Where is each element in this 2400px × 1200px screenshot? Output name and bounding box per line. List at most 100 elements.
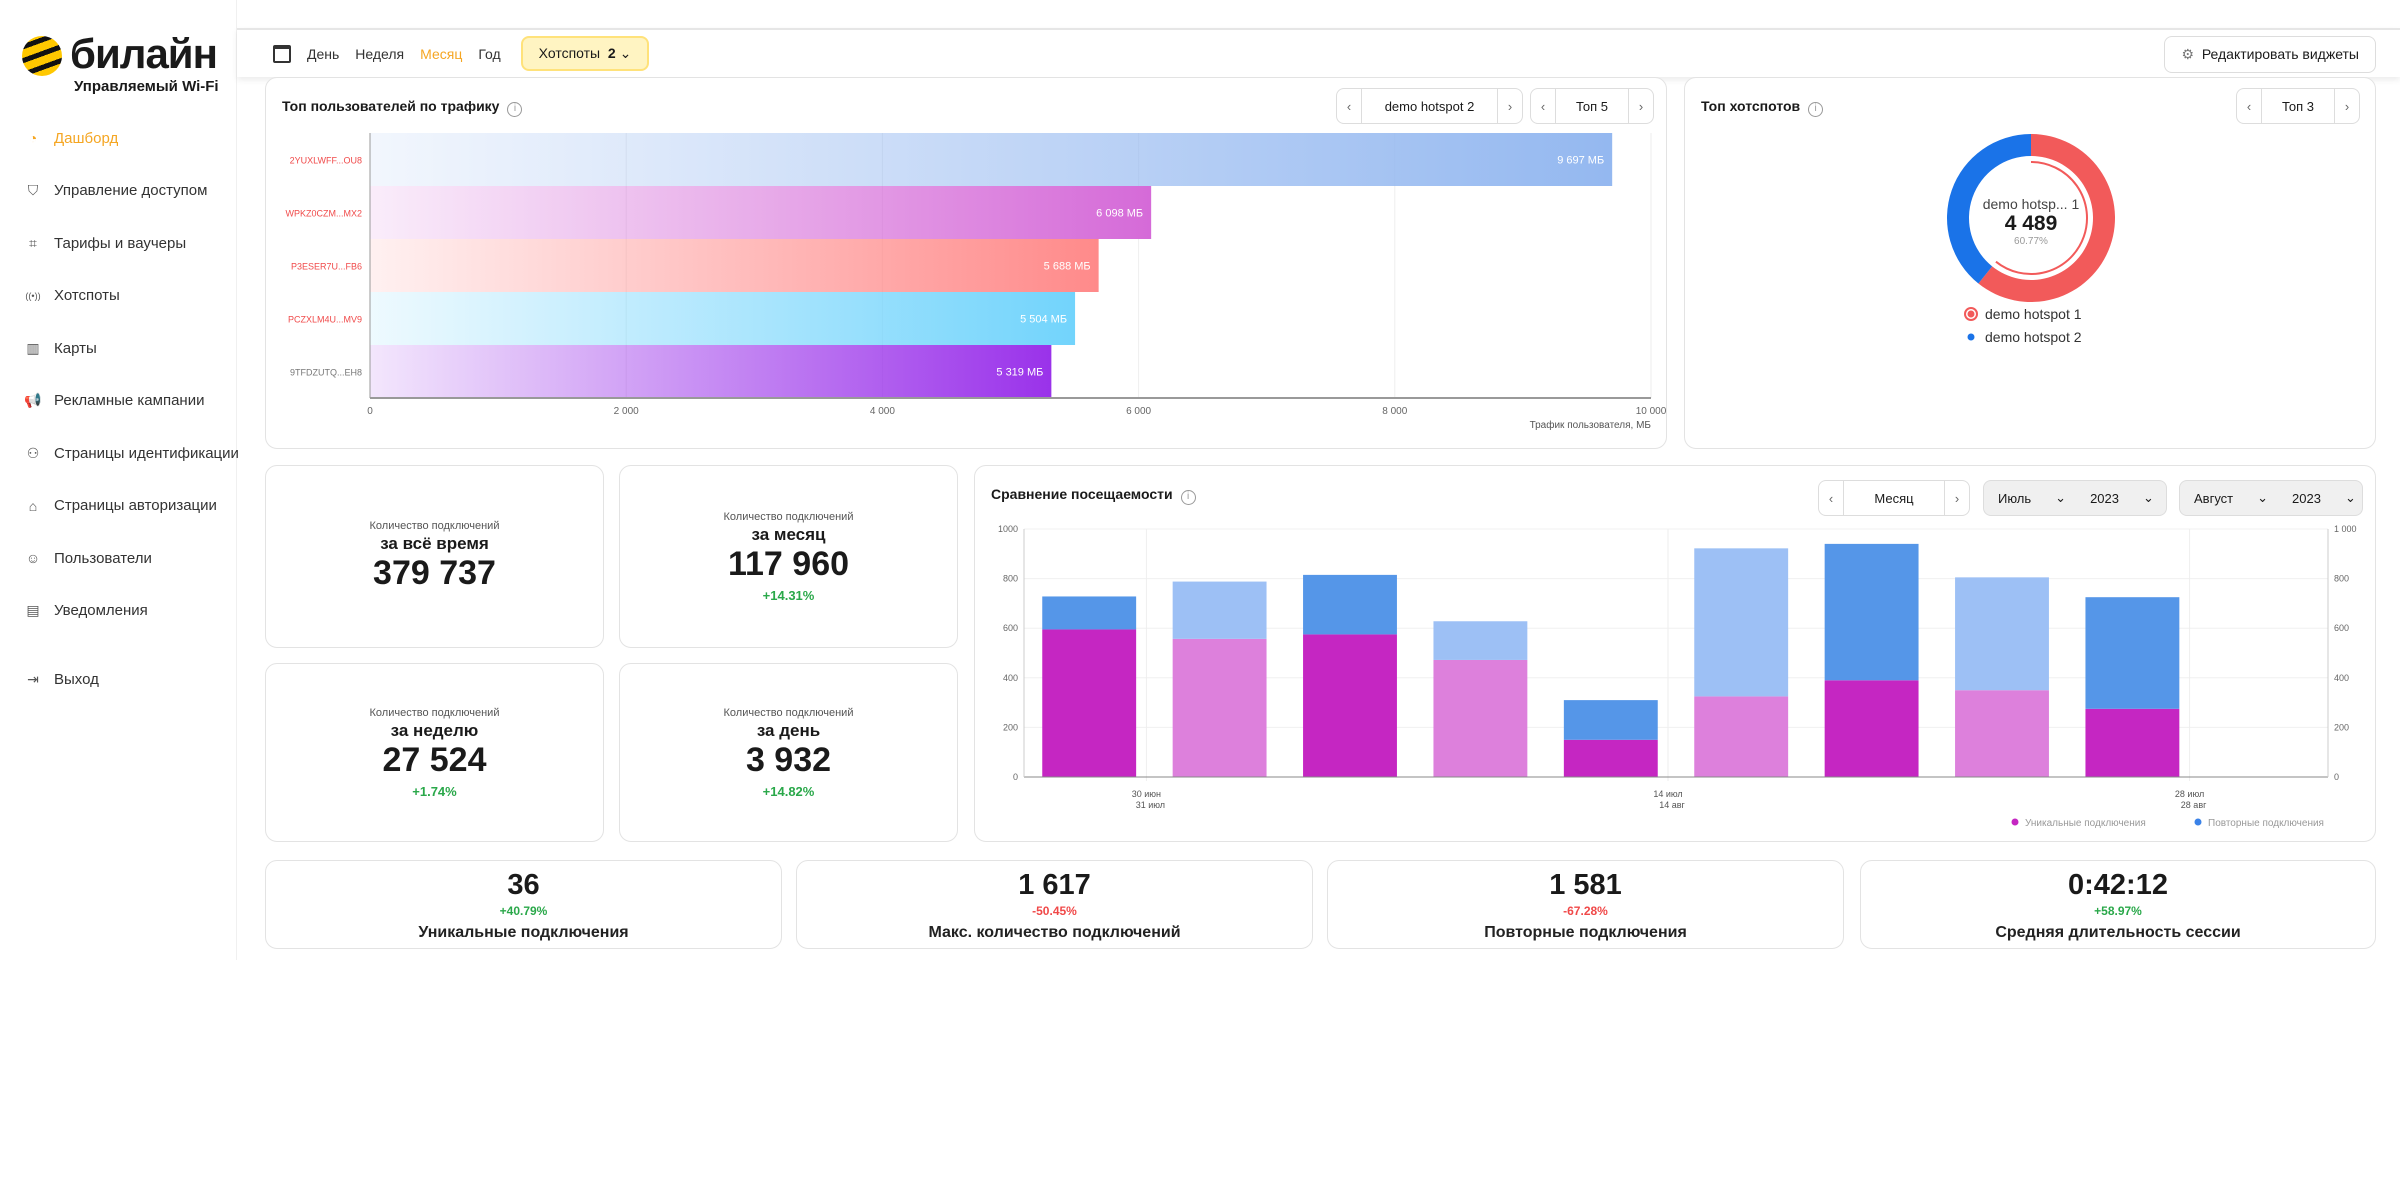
stat-label: Количество подключений	[723, 510, 854, 523]
repeat-bar-segment	[1433, 621, 1528, 660]
y-tick-label-right: 1 000	[2334, 524, 2357, 534]
stat-label: Количество подключений	[369, 520, 500, 532]
bar-value-label: 5 319 МБ	[996, 367, 1043, 379]
sidebar-item-user-id[interactable]: ⚇ Страницы идентификации	[22, 427, 239, 480]
kpi-value: 36	[507, 869, 540, 901]
y-tick-label: 200	[1003, 722, 1018, 732]
kpi-change: -50.45%	[1032, 904, 1077, 918]
period-tab[interactable]: Месяц	[420, 46, 462, 62]
y-category-label: P3ESER7U...FB6	[291, 262, 362, 272]
bar	[370, 239, 1099, 292]
sidebar-item-user[interactable]: ☺ Пользователи	[22, 532, 239, 585]
stat-period: за месяц	[751, 524, 826, 544]
sidebar-nav: ◔ Дашборд ⛉ Управление доступом ⌗ Тарифы и ва…	[22, 112, 239, 706]
unique-bar-segment	[1955, 690, 2049, 777]
sidebar-item-label: Уведомления	[54, 602, 148, 620]
dashboard-icon: ◔	[28, 130, 38, 147]
x-tick-label: 14 авг	[1659, 800, 1685, 810]
legend-label: demo hotspot 2	[1985, 329, 2082, 345]
repeat-bar-segment	[1042, 596, 1137, 630]
stat-change: +1.74%	[412, 783, 457, 799]
hotspots-dropdown[interactable]: Хотспоты 2 ⌄	[520, 36, 650, 71]
kpi-label: Макс. количество подключений	[928, 924, 1181, 941]
y-tick-label: 0	[1013, 772, 1018, 782]
x-tick-label: 28 авг	[2181, 800, 2207, 810]
sidebar-item-label: Карты	[54, 339, 97, 357]
voucher-icon: ⌗	[29, 234, 37, 251]
legend-label: demo hotspot 1	[1985, 306, 2082, 322]
x-tick-label: 14 июл	[1653, 789, 1682, 799]
period-tab[interactable]: Неделя	[355, 46, 404, 62]
unique-bar-segment	[1563, 739, 1658, 777]
sidebar-item-notification[interactable]: ▤ Уведомления	[22, 585, 239, 638]
logout-icon: ⇥	[27, 670, 39, 687]
center-name: demo hotsp... 1	[1982, 196, 2080, 212]
user-id-icon: ⚇	[26, 444, 40, 461]
edit-widgets-button[interactable]: ⚙ Редактировать виджеты	[2164, 36, 2376, 73]
stat-value: 27 524	[382, 740, 487, 779]
sidebar-item-label: Выход	[54, 670, 99, 688]
kpi-change: -67.28%	[1563, 904, 1608, 918]
stat-card: Количество подключений за день 3 932 +14.82…	[619, 663, 958, 842]
sidebar-item-dashboard[interactable]: ◔ Дашборд	[22, 112, 239, 165]
sidebar-item-label: Страницы идентификации	[54, 444, 239, 462]
y-tick-label: 800	[1003, 574, 1018, 584]
repeat-bar-segment	[1563, 700, 1658, 740]
y-tick-label-right: 800	[2334, 574, 2349, 584]
stat-card: Количество подключений за всё время 379 73…	[265, 465, 604, 648]
user-icon: ☺	[25, 550, 41, 567]
x-tick-label: 10 000	[1636, 406, 1667, 417]
top-toolbar: День Неделя Месяц Год Хотспоты 2 ⌄ ⚙ Редакт…	[237, 28, 2400, 77]
sidebar-item-shield[interactable]: ⛉ Управление доступом	[22, 165, 239, 218]
y-category-label: PCZXLM4U...MV9	[288, 315, 362, 325]
sidebar: билайн Управляемый Wi-Fi ◔ Дашборд ⛉ Управл…	[0, 0, 239, 960]
repeat-bar-segment	[1172, 581, 1267, 639]
traffic-bar-chart: 0 2 000 4 000 6 000 8 000 10 000 9 697 МБ 2YUXL…	[285, 133, 1667, 431]
kpi-label: Уникальные подключения	[418, 924, 629, 941]
x-tick-label: 4 000	[870, 406, 895, 417]
sidebar-item-voucher[interactable]: ⌗ Тарифы и ваучеры	[22, 217, 239, 270]
unique-bar-segment	[1042, 629, 1137, 777]
y-tick-label: 1000	[998, 524, 1018, 534]
legend-label: Уникальные подключения	[2025, 818, 2146, 829]
sidebar-item-home[interactable]: ⌂ Страницы авторизации	[22, 480, 239, 533]
kpi-card: 0:42:12 +58.97% Средняя длительность сесси…	[1860, 860, 2376, 949]
x-tick-label: 6 000	[1126, 406, 1151, 417]
stat-value: 379 737	[373, 554, 496, 592]
bar-value-label: 5 688 МБ	[1044, 261, 1091, 273]
period-tabs: День Неделя Месяц Год	[307, 46, 517, 62]
kpi-value: 1 581	[1549, 869, 1622, 901]
y-category-label: 9TFDZUTQ...EH8	[290, 368, 362, 378]
kpi-change: +40.79%	[499, 904, 548, 918]
sidebar-item-map[interactable]: ▥ Карты	[22, 322, 239, 375]
y-category-label: WPKZ0CZM...MX2	[285, 209, 362, 219]
period-tab[interactable]: Год	[478, 46, 500, 62]
calendar-icon[interactable]	[273, 44, 291, 63]
legend-label: Повторные подключения	[2208, 818, 2324, 829]
x-tick-label: 8 000	[1382, 406, 1407, 417]
kpi-value: 0:42:12	[2068, 869, 2168, 901]
sidebar-item-logout[interactable]: ⇥ Выход	[22, 653, 239, 706]
legend-marker	[2194, 818, 2202, 826]
hotspots-label: Хотспоты	[538, 45, 601, 61]
stat-change: +14.31%	[762, 587, 815, 603]
y-tick-label-right: 200	[2334, 722, 2349, 732]
stat-label: Количество подключений	[723, 706, 854, 719]
sidebar-item-label: Рекламные кампании	[54, 392, 205, 410]
stat-value: 117 960	[727, 544, 850, 583]
period-tab[interactable]: День	[307, 46, 339, 62]
stat-label: Количество подключений	[369, 706, 500, 719]
sidebar-item-megaphone[interactable]: 📢 Рекламные кампании	[22, 375, 239, 428]
chevron-down-icon: ⌄	[619, 45, 632, 61]
repeat-bar-segment	[1303, 574, 1397, 635]
x-axis-title: Трафик пользователя, МБ	[1530, 419, 1652, 431]
shield-icon: ⛉	[27, 182, 39, 199]
unique-bar-segment	[1694, 696, 1789, 777]
repeat-bar-segment	[1824, 543, 1919, 681]
sidebar-item-hotspot[interactable]: ((•)) Хотспоты	[22, 270, 239, 323]
kpi-label: Повторные подключения	[1484, 924, 1687, 941]
x-tick-label: 2 000	[614, 406, 639, 417]
legend-marker	[1967, 333, 1975, 341]
y-category-label: 2YUXLWFF...OU8	[290, 156, 362, 166]
hotspots-donut-chart: demo hotspot 1 demo hotspot 2	[1947, 134, 2115, 345]
